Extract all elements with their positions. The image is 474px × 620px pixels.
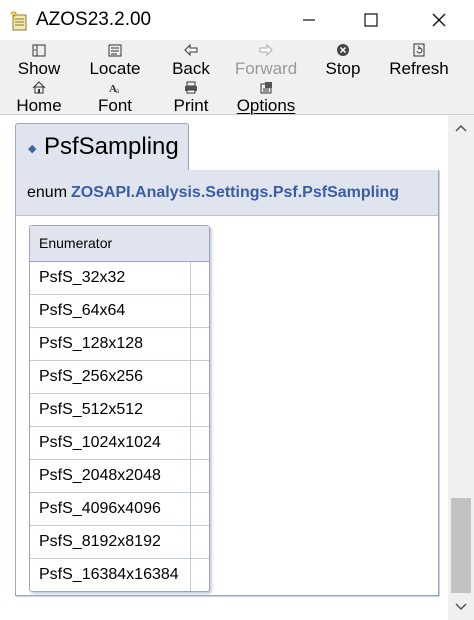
help-app-icon: ?	[10, 9, 27, 31]
stop-label: Stop	[325, 59, 361, 78]
title-bar: ? AZOS23.2.00	[0, 0, 474, 40]
diamond-bullet-icon: ◆	[28, 143, 37, 155]
enumerator-value: PsfS_2048x2048	[39, 467, 161, 484]
enumerator-cell: PsfS_64x64	[30, 295, 191, 327]
table-row: PsfS_32x32	[30, 262, 209, 295]
enumerator-cell: PsfS_32x32	[30, 262, 191, 294]
table-row: PsfS_2048x2048	[30, 460, 209, 493]
enum-type-link[interactable]: ZOSAPI.Analysis.Settings.Psf.PsfSampling	[71, 184, 399, 202]
refresh-label: Refresh	[389, 59, 449, 78]
options-button[interactable]: Options	[221, 80, 311, 115]
enumerator-cell: PsfS_1024x1024	[30, 427, 191, 459]
chevron-down-icon	[455, 603, 467, 611]
enumerator-cell: PsfS_128x128	[30, 328, 191, 360]
table-row: PsfS_4096x4096	[30, 493, 209, 526]
print-icon	[185, 81, 197, 93]
show-icon	[32, 44, 46, 56]
enumerator-value: PsfS_16384x16384	[39, 566, 179, 583]
enum-declaration: enum ZOSAPI.Analysis.Settings.Psf.PsfSam…	[16, 170, 438, 216]
help-content: ◆ PsfSampling enum ZOSAPI.Analysis.Setti…	[0, 115, 448, 620]
table-row: PsfS_64x64	[30, 295, 209, 328]
enum-keyword: enum	[27, 184, 68, 201]
table-row: PsfS_512x512	[30, 394, 209, 427]
stop-icon	[337, 44, 349, 56]
svg-text:?: ?	[10, 9, 17, 23]
enumerator-cell: PsfS_256x256	[30, 361, 191, 393]
font-icon: Aa	[109, 83, 120, 94]
table-row: PsfS_128x128	[30, 328, 209, 361]
refresh-button[interactable]: Refresh	[374, 43, 464, 78]
topic-panel: enum ZOSAPI.Analysis.Settings.Psf.PsfSam…	[15, 170, 439, 596]
enumerator-cell: PsfS_16384x16384	[30, 559, 191, 591]
table-row: PsfS_1024x1024	[30, 427, 209, 460]
enumerator-value: PsfS_1024x1024	[39, 434, 161, 451]
font-label: Font	[97, 96, 133, 115]
locate-label: Locate	[89, 59, 141, 78]
enumerator-value: PsfS_128x128	[39, 335, 144, 352]
print-label: Print	[173, 96, 209, 115]
close-button[interactable]	[406, 0, 472, 40]
enumerator-value: PsfS_32x32	[39, 269, 126, 286]
back-label: Back	[172, 59, 210, 78]
back-arrow-icon	[184, 44, 198, 56]
enumerator-value: PsfS_4096x4096	[39, 500, 161, 517]
enumerator-value: PsfS_64x64	[39, 302, 126, 319]
scroll-thumb[interactable]	[451, 498, 471, 593]
table-row: PsfS_16384x16384	[30, 559, 209, 591]
vertical-scrollbar[interactable]	[448, 115, 474, 620]
home-label: Home	[16, 96, 62, 115]
minimize-button[interactable]	[276, 0, 342, 40]
toolbar: Show Locate Back Forward Stop Refresh Ho…	[0, 40, 474, 115]
table-row: PsfS_8192x8192	[30, 526, 209, 559]
show-label: Show	[17, 59, 61, 78]
enumerator-cell: PsfS_4096x4096	[30, 493, 191, 525]
maximize-button[interactable]	[338, 0, 404, 40]
table-header: Enumerator	[30, 226, 209, 262]
scroll-down-button[interactable]	[448, 594, 474, 620]
enumerator-value: PsfS_512x512	[39, 401, 144, 418]
enumerator-column-header: Enumerator	[39, 235, 113, 251]
window-title: AZOS23.2.00	[36, 9, 152, 30]
maximize-icon	[364, 13, 378, 27]
minimize-icon	[303, 19, 315, 21]
refresh-icon	[413, 43, 425, 57]
enumerator-value: PsfS_256x256	[39, 368, 144, 385]
forward-arrow-icon	[259, 44, 273, 56]
svg-text:a: a	[116, 87, 120, 94]
enumerator-cell: PsfS_2048x2048	[30, 460, 191, 492]
chevron-up-icon	[455, 124, 467, 132]
enumerator-cell: PsfS_8192x8192	[30, 526, 191, 558]
forward-label: Forward	[234, 59, 298, 78]
topic-title: PsfSampling	[44, 133, 179, 160]
close-icon	[432, 13, 446, 27]
enumerator-value: PsfS_8192x8192	[39, 533, 161, 550]
enumerator-table: Enumerator PsfS_32x32 PsfS_64x64 PsfS_12…	[29, 225, 210, 592]
locate-icon	[108, 44, 122, 56]
table-row: PsfS_256x256	[30, 361, 209, 394]
scroll-up-button[interactable]	[448, 115, 474, 141]
home-icon	[32, 80, 46, 93]
topic-tab: ◆ PsfSampling	[15, 123, 189, 171]
options-icon	[260, 81, 272, 93]
options-label: Options	[236, 96, 296, 115]
enumerator-cell: PsfS_512x512	[30, 394, 191, 426]
